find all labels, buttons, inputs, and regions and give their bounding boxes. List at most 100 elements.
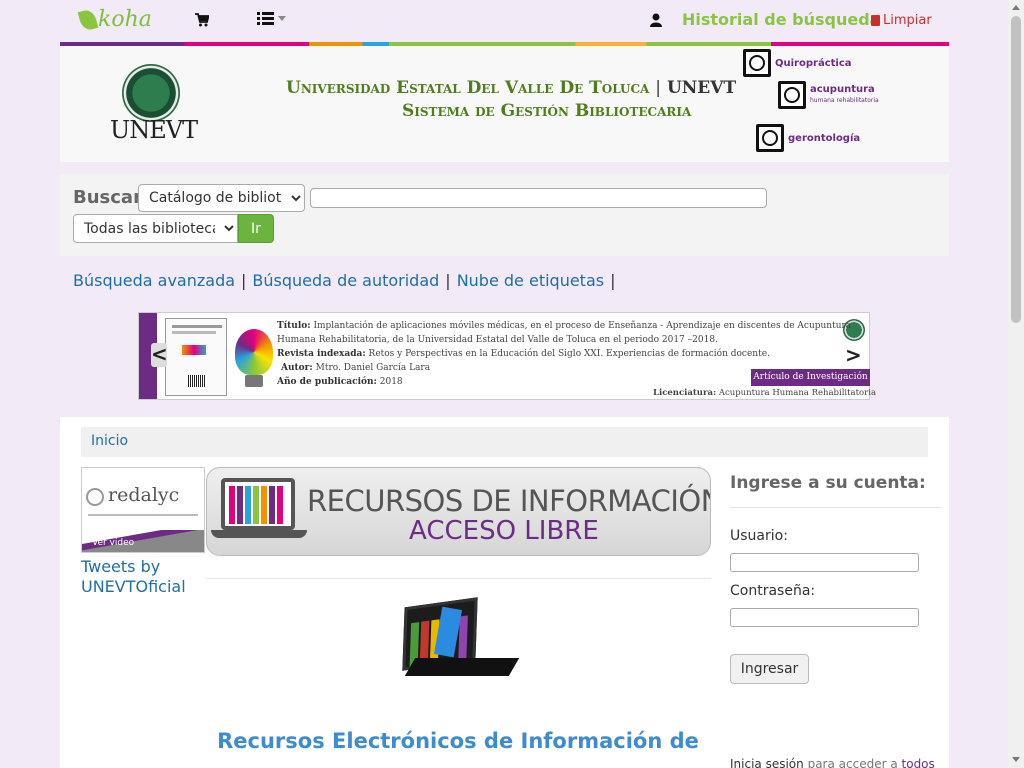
login-note-link[interactable]: todos	[902, 757, 935, 768]
specialty-sublabel: humana rehabilitatoria	[810, 97, 879, 104]
recursos-subtitle: ACCESO LIBRE	[409, 516, 599, 546]
title-text: Implantación de aplicaciones móviles méd…	[313, 321, 852, 331]
journal-label: Revista indexada:	[277, 349, 366, 359]
advanced-search-link[interactable]: Búsqueda avanzada	[73, 271, 235, 290]
redalyc-logo-text: redalyc	[108, 484, 180, 506]
link-separator: |	[241, 271, 247, 290]
login-panel: Ingrese a su cuenta: Usuario: Contraseña…	[730, 473, 941, 768]
library-select[interactable]: Todas las bibliotecas	[73, 214, 238, 243]
author-text: Mtro. Daniel García Lara	[315, 363, 431, 373]
university-separator: |	[655, 78, 662, 98]
laptop-books-icon	[221, 478, 295, 530]
redalyc-subtitle-line	[88, 514, 198, 516]
specialty-gerontologia[interactable]: gerontología	[756, 124, 860, 152]
laptop-library-image	[400, 597, 520, 678]
cart-icon	[195, 13, 210, 27]
licenciatura-row: Licenciatura: Acupuntura Humana Rehabili…	[653, 388, 876, 398]
specialty-quiropractica[interactable]: Quiropráctica	[743, 49, 852, 77]
acupuntura-icon	[778, 81, 806, 109]
carousel-prev-button[interactable]: <	[151, 343, 168, 367]
search-label: Buscar	[73, 187, 142, 208]
authority-search-link[interactable]: Búsqueda de autoridad	[252, 271, 439, 290]
year-row: Año de publicación: 2018	[277, 375, 827, 389]
cart-button[interactable]	[195, 12, 210, 31]
login-note-text: Inicia sesión	[730, 757, 804, 768]
koha-leaf-icon	[77, 8, 99, 32]
password-label: Contraseña:	[730, 583, 816, 599]
link-separator: |	[610, 271, 616, 290]
scroll-up-arrow-icon[interactable]	[1012, 5, 1020, 10]
koha-logo-text: koha	[98, 7, 152, 32]
publication-carousel: < > Título: Implantación de aplicaciones…	[138, 312, 876, 400]
tag-cloud-link[interactable]: Nube de etiquetas	[457, 271, 604, 290]
system-name: Sistema de Gestión Bibliotecaria	[402, 101, 692, 121]
scrollbar-thumb[interactable]	[1011, 16, 1021, 323]
laptop-keyboard	[404, 658, 520, 676]
content-divider	[206, 578, 711, 579]
login-note-mid: para acceder a	[807, 757, 898, 768]
title-text-2: Humana Rehabilitatoria, de la Universida…	[277, 335, 718, 345]
scroll-down-arrow-icon[interactable]	[1012, 757, 1020, 762]
header-banner: UNEVT Universidad Estatal Del Valle De T…	[60, 46, 949, 162]
main-content: Inicio redalyc Ver video Tweets by UNEVT…	[60, 417, 949, 768]
specialty-label: acupuntura humana rehabilitatoria	[810, 84, 879, 106]
list-icon	[257, 12, 274, 25]
laptop-base	[211, 530, 307, 538]
gerontologia-icon	[756, 124, 784, 152]
journal-text: Retos y Perspectivas en la Educación del…	[368, 349, 770, 359]
unevt-seal-logo	[122, 64, 180, 122]
redalyc-banner[interactable]: redalyc Ver video	[81, 467, 205, 553]
redalyc-video-link[interactable]: Ver video	[92, 538, 134, 548]
journal-row: Revista indexada: Retos y Perspectivas e…	[277, 347, 827, 361]
lists-dropdown[interactable]	[257, 12, 286, 25]
carousel-next-button[interactable]: >	[845, 343, 862, 367]
university-abbr: UNEVT	[666, 78, 737, 98]
specialty-label-text: acupuntura	[810, 84, 875, 95]
search-panel: Buscar Catálogo de bibliotec Todas las b…	[60, 174, 949, 256]
search-input[interactable]	[310, 188, 767, 208]
login-title-rule	[730, 507, 941, 508]
clear-history-button[interactable]: Limpiar	[871, 13, 932, 28]
catalog-select[interactable]: Catálogo de bibliotec	[138, 184, 305, 212]
password-input[interactable]	[730, 608, 919, 627]
lightbulb-illustration	[235, 329, 273, 375]
user-menu[interactable]	[650, 12, 662, 31]
chevron-down-icon	[278, 16, 286, 21]
koha-logo[interactable]: koha	[77, 7, 152, 33]
username-label: Usuario:	[730, 528, 788, 544]
publication-title-row-2: Humana Rehabilitatoria, de la Universida…	[277, 333, 827, 347]
username-input[interactable]	[730, 553, 919, 572]
page-scrollbar[interactable]	[1008, 0, 1024, 768]
unevt-logo-text: UNEVT	[110, 116, 198, 144]
article-type-badge: Artículo de Investigación	[751, 369, 870, 386]
author-label: Autor:	[281, 363, 313, 373]
more-search-links: Búsqueda avanzada | Búsqueda de autoridad |…	[73, 271, 621, 290]
lightbulb-base	[245, 375, 263, 387]
top-navbar: koha Historial de búsqueda Limpiar	[0, 0, 1008, 42]
author-row: Autor: Mtro. Daniel García Lara	[277, 361, 827, 375]
redalyc-emblem-icon	[86, 488, 104, 506]
login-title: Ingrese a su cuenta:	[730, 473, 926, 493]
licenciatura-text: Acupuntura Humana Rehabilitatoria	[718, 388, 877, 398]
publication-info: Título: Implantación de aplicaciones móv…	[277, 319, 851, 389]
title-label: Título:	[277, 321, 311, 331]
university-name: Universidad Estatal Del Valle De Toluca …	[286, 78, 736, 98]
publication-title-row: Título: Implantación de aplicaciones móv…	[277, 319, 851, 333]
licenciatura-label: Licenciatura:	[653, 388, 717, 398]
user-icon	[650, 13, 662, 27]
twitter-timeline-link[interactable]: Tweets by UNEVTOficial	[81, 557, 205, 597]
book-cover-image	[165, 318, 227, 396]
specialty-acupuntura[interactable]: acupuntura humana rehabilitatoria	[778, 81, 879, 109]
link-separator: |	[445, 271, 451, 290]
breadcrumb: Inicio	[81, 427, 928, 457]
electronic-resources-heading: Recursos Electrónicos de Información de	[217, 729, 699, 753]
breadcrumb-home-link[interactable]: Inicio	[91, 433, 128, 449]
recursos-acceso-libre-banner[interactable]: RECURSOS DE INFORMACIÓN ACCESO LIBRE	[206, 467, 711, 556]
login-submit-button[interactable]: Ingresar	[730, 654, 809, 684]
login-note: Inicia sesión para acceder a todos	[730, 757, 935, 768]
search-history-link[interactable]: Historial de búsqueda	[682, 10, 880, 29]
year-label: Año de publicación:	[277, 377, 377, 387]
clear-history-label: Limpiar	[883, 13, 932, 28]
university-name-text: Universidad Estatal Del Valle De Toluca	[286, 78, 650, 98]
search-go-button[interactable]: Ir	[238, 214, 274, 243]
